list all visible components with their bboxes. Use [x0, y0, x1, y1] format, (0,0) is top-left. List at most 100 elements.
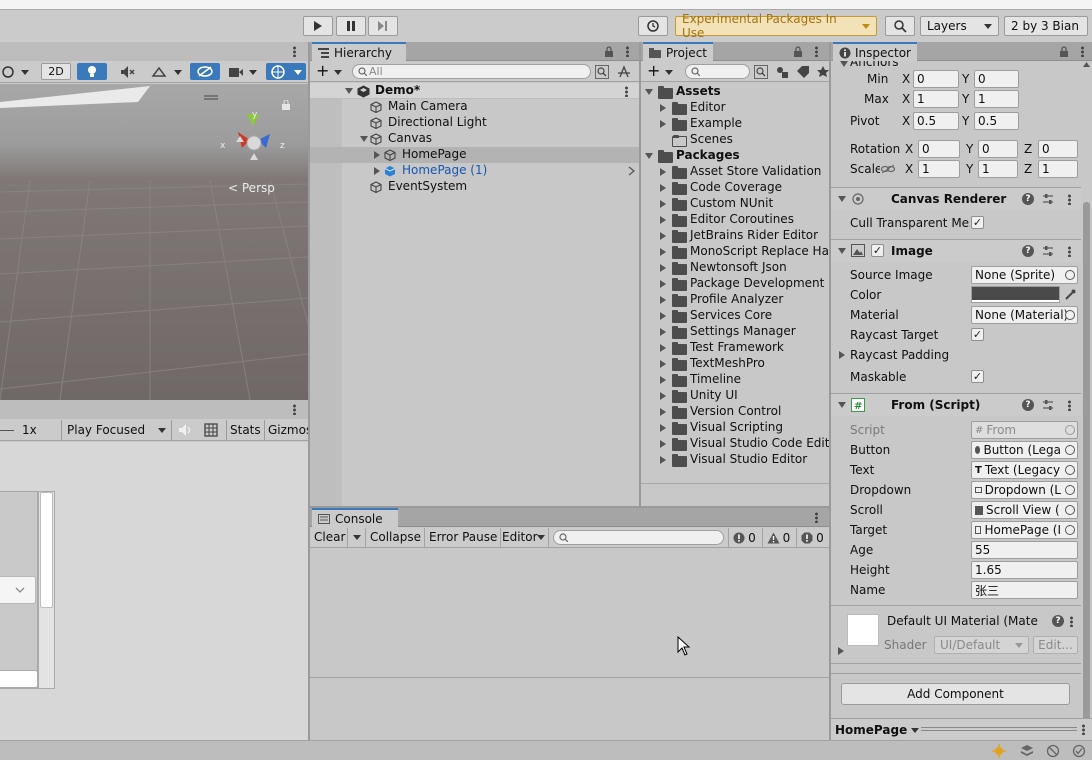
- expand-arrow-icon[interactable]: [660, 312, 666, 320]
- scroll-field[interactable]: Scroll View (: [971, 501, 1078, 519]
- hierarchy-item[interactable]: Main Camera: [342, 99, 639, 115]
- expand-arrow-icon[interactable]: [660, 456, 666, 464]
- add-component-button[interactable]: Add Component: [841, 683, 1070, 705]
- split-divider[interactable]: [308, 42, 310, 740]
- stats-button[interactable]: Stats: [226, 420, 264, 440]
- project-folder-row[interactable]: Unity UI: [641, 388, 829, 404]
- mute-audio-icon[interactable]: [178, 423, 192, 437]
- create-button[interactable]: +: [647, 63, 660, 79]
- game-viewport[interactable]: [0, 442, 308, 740]
- project-folder-row[interactable]: JetBrains Rider Editor: [641, 228, 829, 244]
- expand-arrow-icon[interactable]: [840, 61, 848, 67]
- rotation-y-field[interactable]: 0: [978, 140, 1018, 158]
- help-icon[interactable]: ?: [1022, 399, 1034, 411]
- play-mode-dropdown[interactable]: Play Focused: [61, 420, 172, 440]
- project-folder-row[interactable]: Settings Manager: [641, 324, 829, 340]
- footer-object-dropdown[interactable]: HomePage: [835, 721, 920, 739]
- scroll-thumb[interactable]: [1083, 202, 1090, 722]
- gizmos-button[interactable]: Gizmos: [264, 420, 308, 440]
- more-icon[interactable]: [626, 46, 629, 57]
- target-field[interactable]: HomePage (I: [971, 521, 1078, 539]
- camera-icon[interactable]: [228, 65, 244, 79]
- lock-icon[interactable]: [1059, 46, 1069, 57]
- expand-arrow-icon[interactable]: [660, 328, 666, 336]
- maskable-checkbox[interactable]: ✓: [971, 370, 984, 383]
- scene-viewport[interactable]: x y z < Persp: [0, 84, 308, 400]
- expand-arrow-icon[interactable]: [660, 376, 666, 384]
- split-divider[interactable]: [310, 506, 829, 508]
- hierarchy-item[interactable]: Canvas: [342, 131, 639, 147]
- project-folder-row[interactable]: Visual Scripting: [641, 420, 829, 436]
- expand-arrow-icon[interactable]: [838, 647, 844, 655]
- collapse-arrow-icon[interactable]: [838, 402, 846, 408]
- project-folder-row[interactable]: Package Development: [641, 276, 829, 292]
- search-filter-icon[interactable]: [754, 65, 768, 79]
- preset-icon[interactable]: [1042, 193, 1054, 205]
- cull-transparent-checkbox[interactable]: ✓: [971, 216, 984, 229]
- frame-debugger-icon[interactable]: [204, 423, 218, 437]
- expand-arrow-icon[interactable]: [660, 280, 666, 288]
- expand-arrow-icon[interactable]: [660, 168, 666, 176]
- expand-arrow-icon[interactable]: [660, 440, 666, 448]
- collapse-arrow-icon[interactable]: [838, 196, 846, 202]
- expand-arrow-icon[interactable]: [660, 104, 666, 112]
- tab-hierarchy[interactable]: Hierarchy: [312, 42, 406, 62]
- audio-mute-icon[interactable]: [120, 65, 136, 79]
- expand-arrow-icon[interactable]: [660, 424, 666, 432]
- object-picker-icon[interactable]: [1065, 525, 1075, 535]
- more-icon[interactable]: [625, 86, 628, 97]
- scale-y-field[interactable]: 1: [978, 160, 1018, 178]
- filter-by-label-icon[interactable]: [796, 65, 810, 79]
- split-divider[interactable]: [639, 42, 641, 508]
- search-button[interactable]: [885, 16, 915, 36]
- chevron-right-icon[interactable]: [628, 166, 635, 176]
- source-image-field[interactable]: None (Sprite): [971, 266, 1078, 284]
- more-icon[interactable]: [1068, 246, 1071, 257]
- object-picker-icon[interactable]: [1065, 310, 1075, 320]
- project-folder-row[interactable]: Editor Coroutines: [641, 212, 829, 228]
- image-component-header[interactable]: ✓ Image ?: [831, 240, 1081, 262]
- object-picker-icon[interactable]: [1065, 505, 1075, 515]
- expand-arrow-icon[interactable]: [660, 232, 666, 240]
- console-log-list[interactable]: [310, 549, 829, 678]
- gizmos-toggle[interactable]: [266, 63, 306, 80]
- more-icon[interactable]: [293, 404, 296, 415]
- project-folder-row[interactable]: Test Framework: [641, 340, 829, 356]
- expand-arrow-icon[interactable]: [660, 120, 666, 128]
- eyedropper-icon[interactable]: [1064, 289, 1076, 301]
- expand-arrow-icon[interactable]: [374, 151, 380, 159]
- expand-arrow-icon[interactable]: [660, 344, 666, 352]
- more-icon[interactable]: [1068, 400, 1071, 411]
- lock-icon[interactable]: [793, 46, 803, 57]
- console-search-input[interactable]: [553, 530, 724, 545]
- progress-check-icon[interactable]: [1072, 744, 1086, 758]
- preview-splitter[interactable]: [921, 727, 1077, 728]
- scale-slider[interactable]: [0, 430, 14, 431]
- 2d-toggle[interactable]: 2D: [41, 63, 71, 80]
- search-filter-icon[interactable]: [595, 65, 609, 79]
- help-icon[interactable]: ?: [1022, 245, 1034, 257]
- object-picker-icon[interactable]: [1065, 270, 1075, 280]
- expand-arrow-icon[interactable]: [660, 296, 666, 304]
- log-filter-toggle[interactable]: 0: [728, 528, 760, 547]
- cache-server-icon[interactable]: [1020, 744, 1034, 758]
- canvas-renderer-header[interactable]: Canvas Renderer ?: [831, 188, 1081, 210]
- debug-mode-icon[interactable]: [1046, 744, 1060, 758]
- hierarchy-item[interactable]: Directional Light: [342, 115, 639, 131]
- expand-arrow-icon[interactable]: [660, 408, 666, 416]
- inspector-scrollbar[interactable]: [1081, 62, 1092, 727]
- object-picker-icon[interactable]: [1065, 445, 1075, 455]
- clear-button[interactable]: Clear: [312, 528, 349, 547]
- help-icon[interactable]: ?: [1052, 615, 1064, 627]
- max-x-field[interactable]: 1: [913, 90, 959, 108]
- max-y-field[interactable]: 1: [974, 90, 1019, 108]
- pivot-y-field[interactable]: 0.5: [974, 112, 1019, 130]
- preset-icon[interactable]: [1042, 245, 1054, 257]
- tab-inspector[interactable]: Inspector: [833, 42, 917, 62]
- min-y-field[interactable]: 0: [974, 70, 1019, 88]
- project-search-input[interactable]: [685, 64, 750, 79]
- pivot-x-field[interactable]: 0.5: [913, 112, 959, 130]
- tab-console[interactable]: Console: [312, 508, 398, 528]
- error-pause-button[interactable]: Error Pause: [426, 528, 502, 547]
- expand-arrow-icon[interactable]: [660, 264, 666, 272]
